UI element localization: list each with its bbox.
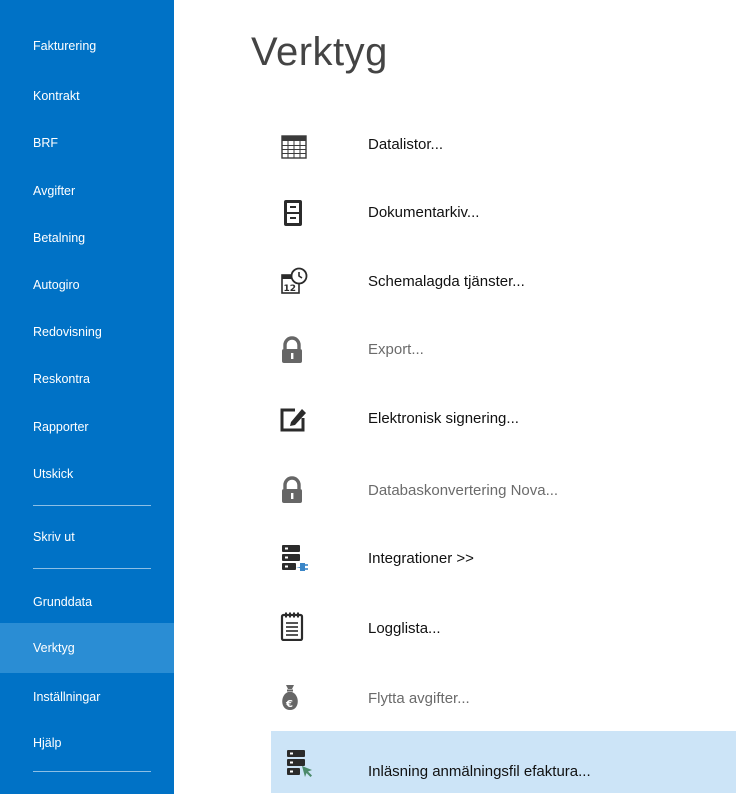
- server-arrow-icon: [285, 748, 315, 778]
- calendar-clock-icon: 12: [279, 267, 309, 297]
- svg-text:€: €: [285, 699, 293, 710]
- tool-label: Integrationer >>: [368, 550, 474, 567]
- tool-logglista[interactable]: Logglista...: [271, 610, 736, 650]
- sidebar-item-betalning[interactable]: Betalning: [0, 214, 174, 262]
- sidebar-item-avgifter[interactable]: Avgifter: [0, 167, 174, 215]
- tool-label: Schemalagda tjänster...: [368, 273, 525, 290]
- sidebar-divider: [33, 568, 151, 569]
- money-bag-euro-icon: €: [275, 682, 305, 712]
- tool-flytta-avgifter[interactable]: € Flytta avgifter...: [271, 680, 736, 720]
- tool-label: Export...: [368, 341, 424, 358]
- sidebar-item-utskick[interactable]: Utskick: [0, 450, 174, 498]
- sidebar-divider: [33, 505, 151, 506]
- sidebar-item-fakturering[interactable]: Fakturering: [0, 22, 174, 70]
- svg-text:12: 12: [284, 284, 297, 294]
- sidebar-divider: [33, 771, 151, 772]
- tool-label: Elektronisk signering...: [368, 410, 519, 427]
- tool-databaskonvertering-nova[interactable]: Databaskonvertering Nova...: [271, 472, 736, 512]
- sidebar-item-installningar[interactable]: Inställningar: [0, 673, 174, 721]
- sidebar-item-reskontra[interactable]: Reskontra: [0, 355, 174, 403]
- sidebar-item-brf[interactable]: BRF: [0, 119, 174, 167]
- tool-label: Databaskonvertering Nova...: [368, 482, 559, 499]
- tool-integrationer[interactable]: Integrationer >>: [271, 540, 736, 580]
- lock-icon: [277, 475, 307, 505]
- sidebar-item-verktyg[interactable]: Verktyg: [0, 623, 174, 673]
- tool-label: Datalistor...: [368, 136, 444, 153]
- tool-label: Inläsning anmälningsfil efaktura...: [368, 763, 591, 780]
- sidebar-item-kontrakt[interactable]: Kontrakt: [0, 72, 174, 120]
- sign-pen-icon: [278, 404, 308, 434]
- tool-export[interactable]: Export...: [271, 331, 736, 371]
- tool-schemalagda-tjanster[interactable]: 12 Schemalagda tjänster...: [271, 263, 736, 303]
- server-plug-icon: [278, 543, 308, 573]
- lock-icon: [277, 335, 307, 365]
- tool-label: Dokumentarkiv...: [368, 204, 480, 221]
- tool-label: Logglista...: [368, 620, 441, 637]
- table-grid-icon: [279, 132, 309, 162]
- tool-label: Flytta avgifter...: [368, 690, 470, 707]
- sidebar-item-redovisning[interactable]: Redovisning: [0, 308, 174, 356]
- sidebar-item-autogiro[interactable]: Autogiro: [0, 261, 174, 309]
- sidebar: Fakturering Kontrakt BRF Avgifter Betaln…: [0, 0, 174, 794]
- tool-datalistor[interactable]: Datalistor...: [271, 126, 736, 166]
- tool-elektronisk-signering[interactable]: Elektronisk signering...: [271, 400, 736, 440]
- tool-inlasning-anmalningsfil-efaktura[interactable]: Inläsning anmälningsfil efaktura...: [271, 731, 736, 793]
- sidebar-item-skriv-ut[interactable]: Skriv ut: [0, 513, 174, 561]
- sidebar-item-rapporter[interactable]: Rapporter: [0, 403, 174, 451]
- notepad-icon: [277, 611, 307, 641]
- sidebar-item-hjalp[interactable]: Hjälp: [0, 719, 174, 767]
- file-cabinet-icon: [278, 198, 308, 228]
- sidebar-item-grunddata[interactable]: Grunddata: [0, 578, 174, 626]
- page-title: Verktyg: [251, 30, 388, 74]
- tool-dokumentarkiv[interactable]: Dokumentarkiv...: [271, 194, 736, 234]
